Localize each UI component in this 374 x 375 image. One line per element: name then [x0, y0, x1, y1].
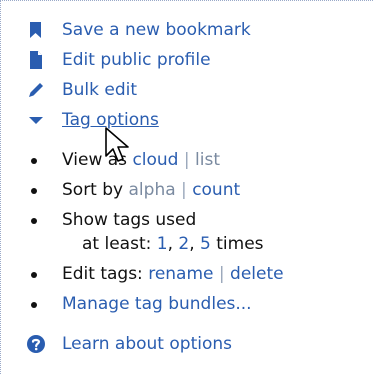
bullet [31, 218, 37, 224]
at-least-5-link[interactable]: 5 [200, 234, 211, 254]
bullet [31, 302, 37, 308]
sort-count-link[interactable]: count [192, 180, 240, 200]
edit-tags-label: Edit tags: [62, 264, 143, 284]
rename-link[interactable]: rename [148, 264, 213, 284]
save-bookmark-link[interactable]: Save a new bookmark [62, 20, 251, 40]
option-show-tags-threshold: at least: 1, 2, 5 times [82, 234, 264, 254]
edit-profile-link[interactable]: Edit public profile [62, 50, 211, 70]
document-icon [30, 51, 42, 69]
pencil-icon [29, 83, 43, 97]
sort-alpha-current: alpha [128, 180, 176, 200]
learn-options-link[interactable]: Learn about options [62, 334, 232, 354]
separator: | [181, 180, 187, 200]
manage-bundles-link[interactable]: Manage tag bundles... [62, 294, 252, 314]
separator: | [218, 264, 225, 284]
mouse-cursor-icon [105, 127, 129, 162]
at-least-1-link[interactable]: 1 [157, 234, 168, 254]
delete-link[interactable]: delete [230, 264, 284, 284]
bulk-edit-link[interactable]: Bulk edit [62, 80, 137, 100]
at-least-2-link[interactable]: 2 [178, 234, 189, 254]
triangle-down-icon [29, 117, 43, 124]
bullet [31, 158, 37, 164]
separator: | [183, 150, 190, 170]
help-icon [27, 335, 45, 353]
bullet [31, 188, 37, 194]
at-least-label: at least: [82, 234, 152, 254]
show-tags-label: Show tags used [62, 210, 197, 230]
view-list-current: list [195, 150, 220, 170]
times-label: times [216, 234, 264, 254]
bookmark-icon [30, 22, 41, 38]
comma: , [167, 234, 173, 254]
comma: , [189, 234, 195, 254]
bullet [31, 272, 37, 278]
view-cloud-link[interactable]: cloud [132, 150, 178, 170]
sort-by-label: Sort by [62, 180, 124, 200]
